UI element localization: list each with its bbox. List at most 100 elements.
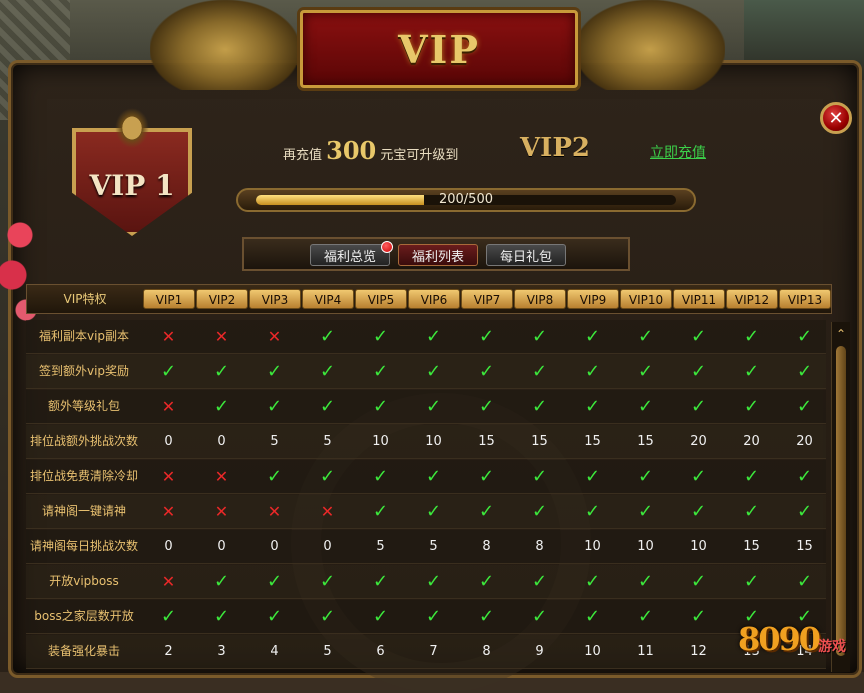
check-icon: ✓	[796, 501, 813, 522]
tab-1[interactable]: 福利总览	[310, 241, 393, 266]
table-cell-value: 5	[376, 539, 385, 554]
table-cell-value: 5	[429, 539, 438, 554]
current-vip-label: VIP 1	[89, 168, 175, 202]
table-cell-value: 12	[690, 644, 707, 659]
tab-label: 每日礼包	[499, 249, 552, 265]
row-label: 签到额外vip奖励	[38, 364, 130, 378]
row-label: 请神阁一键请神	[41, 504, 126, 518]
table-cell-value: 5	[270, 434, 279, 449]
table-cell-value: 0	[164, 539, 173, 554]
logo-text: 游戏	[818, 639, 846, 655]
check-icon: ✓	[637, 501, 654, 522]
check-icon: ✓	[372, 326, 389, 347]
cross-icon: ✕	[161, 327, 176, 346]
table-cell-value: 8	[482, 644, 491, 659]
vip-progress-bar: 200/500	[236, 188, 696, 212]
cross-icon: ✕	[161, 572, 176, 591]
check-icon: ✓	[690, 606, 707, 627]
check-icon: ✓	[478, 361, 495, 382]
cross-icon: ✕	[267, 327, 282, 346]
check-icon: ✓	[531, 361, 548, 382]
check-icon: ✓	[478, 326, 495, 347]
check-icon: ✓	[478, 571, 495, 592]
check-icon: ✓	[743, 501, 760, 522]
row-label: 排位战免费清除冷却	[29, 469, 138, 483]
scroll-up-icon[interactable]: ⌃	[833, 326, 849, 342]
check-icon: ✓	[796, 361, 813, 382]
check-icon: ✓	[425, 396, 442, 417]
check-icon: ✓	[160, 361, 177, 382]
check-icon: ✓	[319, 396, 336, 417]
check-icon: ✓	[637, 396, 654, 417]
check-icon: ✓	[584, 571, 601, 592]
row-label: 福利副本vip副本	[38, 329, 130, 343]
table-row: 请神阁每日挑战次数 0 0 0 0 5 5 8 8 10 10 10 15 15	[26, 530, 826, 564]
check-icon: ✓	[796, 571, 813, 592]
table-cell-value: 0	[217, 539, 226, 554]
table-cell-value: 15	[743, 539, 760, 554]
scroll-thumb[interactable]	[836, 346, 846, 656]
check-icon: ✓	[531, 606, 548, 627]
column-header-vip9: VIP9	[567, 289, 619, 309]
check-icon: ✓	[690, 571, 707, 592]
check-icon: ✓	[372, 606, 389, 627]
column-header-vip8: VIP8	[514, 289, 566, 309]
column-header-vip1: VIP1	[143, 289, 195, 309]
check-icon: ✓	[637, 361, 654, 382]
check-icon: ✓	[796, 396, 813, 417]
row-label: 额外等级礼包	[47, 399, 120, 413]
table-cell-value: 8	[535, 539, 544, 554]
table-header: VIP特权 VIP1 VIP2 VIP3 VIP4 VIP5 VIP6 VIP7 VIP8 VI…	[26, 284, 832, 314]
cross-icon: ✕	[161, 502, 176, 521]
check-icon: ✓	[690, 361, 707, 382]
table-cell-value: 10	[372, 434, 389, 449]
check-icon: ✓	[478, 606, 495, 627]
check-icon: ✓	[637, 466, 654, 487]
column-header-vip7: VIP7	[461, 289, 513, 309]
check-icon: ✓	[531, 326, 548, 347]
column-header-vip13: VIP13	[779, 289, 831, 309]
cross-icon: ✕	[161, 467, 176, 486]
site-logo: 8090 游戏	[738, 620, 858, 666]
check-icon: ✓	[425, 326, 442, 347]
row-label: 装备强化暴击	[47, 644, 120, 658]
table-cell-value: 15	[531, 434, 548, 449]
check-icon: ✓	[478, 396, 495, 417]
table-cell-value: 9	[535, 644, 544, 659]
check-icon: ✓	[213, 606, 230, 627]
check-icon: ✓	[266, 571, 283, 592]
column-header-vip10: VIP10	[620, 289, 672, 309]
close-icon: ✕	[828, 107, 844, 129]
tab-label: 福利列表	[411, 249, 464, 265]
check-icon: ✓	[213, 396, 230, 417]
recharge-now-link[interactable]: 立即充值	[650, 142, 706, 162]
notification-dot-icon	[381, 241, 393, 253]
check-icon: ✓	[478, 501, 495, 522]
check-icon: ✓	[743, 326, 760, 347]
window-title: VIP	[398, 27, 480, 72]
table-cell-value: 10	[690, 539, 707, 554]
table-cell-value: 0	[164, 434, 173, 449]
table-cell-value: 0	[323, 539, 332, 554]
check-icon: ✓	[266, 466, 283, 487]
crest-icon	[115, 108, 149, 148]
table-cell-value: 4	[270, 644, 279, 659]
table-row: 装备强化暴击 2 3 4 5 6 7 8 9 10 11 12 13 14	[26, 635, 826, 669]
check-icon: ✓	[743, 396, 760, 417]
close-button[interactable]: ✕	[820, 102, 852, 134]
column-header-vip11: VIP11	[673, 289, 725, 309]
tab-2[interactable]: 福利列表	[398, 244, 478, 266]
check-icon: ✓	[213, 571, 230, 592]
tab-3[interactable]: 每日礼包	[486, 244, 566, 266]
check-icon: ✓	[425, 571, 442, 592]
check-icon: ✓	[690, 501, 707, 522]
table-cell-value: 7	[429, 644, 438, 659]
privilege-header: VIP特权	[63, 292, 107, 306]
cross-icon: ✕	[267, 502, 282, 521]
check-icon: ✓	[425, 501, 442, 522]
column-header-vip6: VIP6	[408, 289, 460, 309]
table-row: boss之家层数开放 ✓ ✓ ✓ ✓ ✓ ✓ ✓ ✓ ✓ ✓ ✓ ✓ ✓	[26, 600, 826, 634]
check-icon: ✓	[796, 466, 813, 487]
check-icon: ✓	[266, 396, 283, 417]
dragon-right-ornament	[575, 0, 725, 90]
